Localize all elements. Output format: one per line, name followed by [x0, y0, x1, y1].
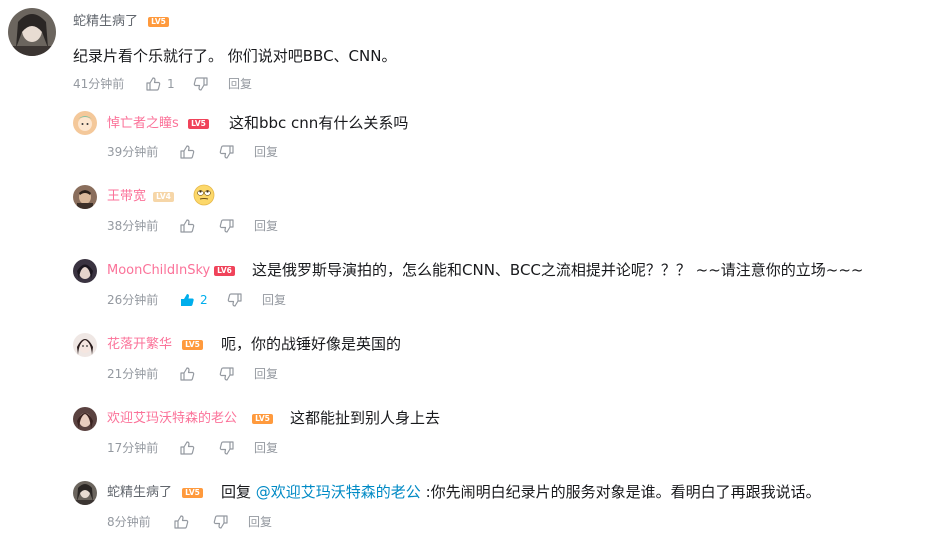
thumb-up-icon[interactable] [145, 76, 161, 92]
thumb-up-icon[interactable] [179, 292, 195, 308]
comment-text: 这都能扯到别人身上去 [290, 409, 441, 427]
comment-text: 纪录片看个乐就行了。 你们说对吧BBC、CNN。 [73, 47, 397, 65]
reply-button[interactable]: 回复 [262, 292, 286, 308]
comment-meta: 17分钟前 回复 [107, 440, 327, 456]
like-count: 2 [200, 293, 208, 307]
thumb-down-icon[interactable] [227, 292, 243, 308]
thumb-down-icon[interactable] [213, 514, 229, 530]
thumb-down-icon[interactable] [193, 76, 209, 92]
reply-button[interactable]: 回复 [248, 514, 272, 530]
timestamp: 21分钟前 [107, 367, 159, 381]
level-badge: LV6 [214, 266, 235, 276]
comment-text: 呃，你的战锤好像是英国的 [221, 335, 402, 353]
username[interactable]: 王带宽 [107, 189, 146, 205]
avatar[interactable] [73, 407, 97, 431]
avatar[interactable] [73, 259, 97, 283]
comment-section: 蛇精生病了 LV5 纪录片看个乐就行了。 你们说对吧BBC、CNN。 41分钟前… [0, 0, 940, 548]
avatar[interactable] [73, 185, 97, 209]
thumb-down-icon[interactable] [219, 144, 235, 160]
thumb-down-icon[interactable] [219, 366, 235, 382]
comment-text: 这是俄罗斯导演拍的，怎么能和CNN、BCC之流相提并论呢？？？ ~~请注意你的立… [252, 261, 864, 279]
username[interactable]: 悼亡者之瞳s [107, 116, 179, 132]
username[interactable]: 花落开繁华 [107, 337, 172, 353]
reply-button[interactable]: 回复 [254, 144, 278, 160]
level-badge: LV5 [252, 414, 273, 424]
level-badge: LV5 [188, 119, 209, 129]
level-badge: LV4 [153, 192, 174, 202]
level-badge: LV5 [182, 488, 203, 498]
comment-meta: 41分钟前 1 回复 [73, 76, 333, 92]
comment-text: 回复 @欢迎艾玛沃特森的老公 :你先闹明白纪录片的服务对象是谁。看明白了再跟我说… [221, 481, 821, 503]
timestamp: 8分钟前 [107, 515, 151, 529]
comment-body: :你先闹明白纪录片的服务对象是谁。看明白了再跟我说话。 [420, 483, 821, 501]
thumb-up-icon[interactable] [179, 144, 195, 160]
timestamp: 17分钟前 [107, 441, 159, 455]
comment-meta: 38分钟前 回复 [107, 218, 327, 234]
timestamp: 41分钟前 [73, 77, 125, 91]
thumb-up-icon[interactable] [173, 514, 189, 530]
reply-button[interactable]: 回复 [254, 366, 278, 382]
username[interactable]: 蛇精生病了 [73, 14, 138, 30]
thumb-down-icon[interactable] [219, 218, 235, 234]
thumb-up-icon[interactable] [179, 440, 195, 456]
reply-button[interactable]: 回复 [254, 440, 278, 456]
reply-prefix: 回复 [221, 483, 256, 501]
thumb-up-icon[interactable] [179, 366, 195, 382]
comment-meta: 8分钟前 回复 [107, 514, 327, 530]
comment-meta: 21分钟前 回复 [107, 366, 327, 382]
avatar[interactable] [73, 333, 97, 357]
username[interactable]: MoonChildInSky [107, 263, 210, 279]
timestamp: 38分钟前 [107, 219, 159, 233]
reply-button[interactable]: 回复 [254, 218, 278, 234]
username[interactable]: 蛇精生病了 [107, 485, 172, 501]
eye-roll-emoji [193, 184, 215, 206]
thumb-down-icon[interactable] [219, 440, 235, 456]
comment-meta: 39分钟前 回复 [107, 144, 327, 160]
avatar[interactable] [73, 111, 97, 135]
avatar[interactable] [73, 481, 97, 505]
reply-button[interactable]: 回复 [228, 76, 252, 92]
thumb-up-icon[interactable] [179, 218, 195, 234]
comment-meta: 26分钟前 2 回复 [107, 292, 327, 308]
mention-link[interactable]: @欢迎艾玛沃特森的老公 [256, 483, 421, 501]
level-badge: LV5 [148, 17, 169, 27]
avatar[interactable] [8, 8, 56, 56]
username[interactable]: 欢迎艾玛沃特森的老公 [107, 411, 237, 427]
comment-text: 这和bbc cnn有什么关系吗 [229, 114, 409, 132]
level-badge: LV5 [182, 340, 203, 350]
like-count: 1 [167, 77, 175, 91]
timestamp: 39分钟前 [107, 145, 159, 159]
timestamp: 26分钟前 [107, 293, 159, 307]
